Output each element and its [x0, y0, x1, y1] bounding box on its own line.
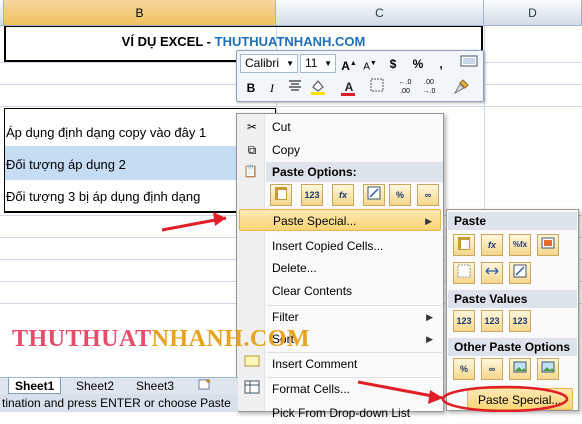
sheet-tab-bar: Sheet1 Sheet2 Sheet3 [0, 377, 238, 394]
tab-sheet3[interactable]: Sheet3 [130, 378, 180, 394]
watermark-logo: THUTHUATNHANH.COM [12, 326, 311, 352]
arrow-head-1 [213, 212, 226, 226]
highlight-ellipse [441, 385, 569, 412]
arrow-head-2 [428, 390, 443, 404]
status-bar: tination and press ENTER or choose Paste [0, 394, 238, 412]
tab-sheet1[interactable]: Sheet1 [8, 378, 62, 394]
insert-sheet-icon[interactable] [192, 378, 218, 394]
tab-sheet2[interactable]: Sheet2 [70, 378, 120, 394]
